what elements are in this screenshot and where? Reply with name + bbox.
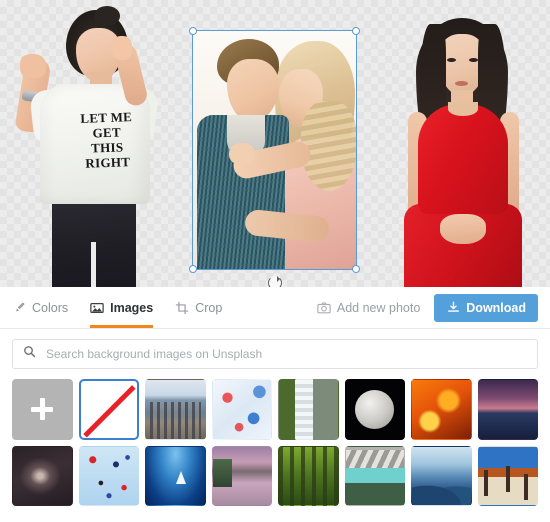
thumbnail-canal[interactable] — [211, 445, 272, 506]
thumbnail-marble[interactable] — [212, 379, 273, 440]
thumbnail-waterfall[interactable] — [278, 379, 339, 440]
thumbnail-desert[interactable] — [477, 445, 538, 506]
hand-holding-phone — [112, 36, 132, 60]
download-icon — [446, 301, 460, 315]
search-icon — [23, 345, 36, 363]
tab-crop-label: Crop — [195, 300, 223, 315]
editor-canvas[interactable]: LET ME GET THIS RIGHT — [0, 0, 550, 287]
dress-neckline — [448, 102, 478, 116]
tab-list: Colors Images Crop — [12, 287, 222, 328]
woman-hair-waves — [301, 101, 356, 191]
eye-right — [469, 58, 478, 62]
dress-bodice — [418, 104, 508, 214]
tshirt-text-line: LET ME — [80, 109, 133, 126]
tab-colors[interactable]: Colors — [12, 287, 68, 328]
rotate-icon[interactable] — [267, 276, 282, 287]
man-face — [227, 59, 279, 121]
thumbnail-lake[interactable] — [344, 445, 405, 506]
search-input[interactable] — [44, 346, 527, 362]
brush-icon — [12, 301, 26, 315]
tab-crop[interactable]: Crop — [175, 287, 222, 328]
tab-images[interactable]: Images — [90, 287, 154, 328]
thumbnail-forest[interactable] — [278, 446, 339, 507]
tab-colors-label: Colors — [32, 300, 69, 315]
camera-icon — [317, 301, 331, 315]
thumbnail-moon[interactable] — [344, 379, 405, 440]
add-new-photo-label: Add new photo — [336, 300, 421, 315]
thumbnail-add-image[interactable] — [12, 379, 73, 440]
couple-photo-content — [193, 31, 356, 269]
thumbnail-confetti[interactable] — [79, 446, 140, 507]
image-icon — [90, 301, 104, 315]
hands-clasped — [440, 214, 486, 244]
thumbnail-galaxy[interactable] — [12, 446, 73, 507]
thumbnail-fire[interactable] — [411, 379, 472, 440]
photo-layer-couple[interactable] — [193, 31, 356, 269]
pants-gap — [91, 242, 96, 287]
tab-images-label: Images — [110, 300, 154, 315]
lips — [455, 81, 468, 86]
photo-layer-woman-phone[interactable]: LET ME GET THIS RIGHT — [8, 6, 163, 287]
tshirt-text-line: RIGHT — [85, 154, 131, 171]
fist — [20, 54, 46, 78]
thumbnail-no-background[interactable] — [78, 379, 139, 440]
add-new-photo-button[interactable]: Add new photo — [317, 301, 420, 315]
search-section — [0, 329, 550, 375]
photo-layer-woman-red-dress[interactable] — [382, 8, 542, 287]
thumbnail-dusk[interactable] — [477, 379, 538, 440]
woman-hand — [229, 143, 255, 165]
tshirt-text: LET ME GET THIS RIGHT — [69, 109, 145, 172]
thumbnail-mountains[interactable] — [411, 445, 472, 506]
eye-left — [447, 58, 456, 62]
hair-bun — [94, 6, 120, 26]
download-button[interactable]: Download — [434, 293, 538, 322]
crop-icon — [175, 301, 189, 315]
download-label: Download — [466, 300, 526, 315]
editor-toolbar: Colors Images Crop Add new photo Downloa… — [0, 287, 550, 329]
background-thumbnail-grid — [0, 375, 550, 518]
thumbnail-ocean[interactable] — [145, 445, 206, 506]
search-box[interactable] — [12, 339, 538, 369]
thumbnail-city[interactable] — [145, 379, 206, 440]
plus-icon — [39, 398, 45, 421]
